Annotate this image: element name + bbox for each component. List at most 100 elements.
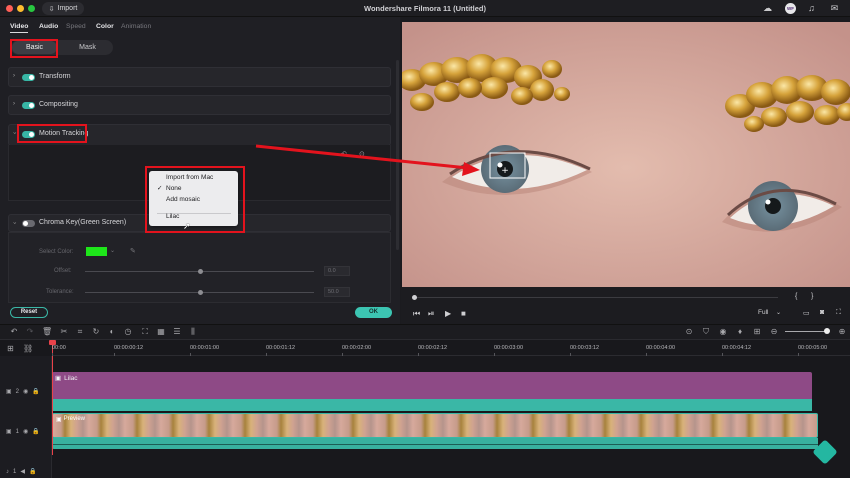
cloud-icon[interactable]: ☁ [762, 3, 773, 14]
tab-animation[interactable]: Animation [121, 23, 151, 30]
compositing-toggle[interactable] [22, 102, 35, 109]
zoom-slider[interactable] [785, 331, 827, 332]
import-button[interactable]: ⇩ Import [42, 2, 84, 15]
tab-video[interactable]: Video [10, 23, 28, 30]
title-bar [0, 0, 850, 17]
zoom-slider-handle[interactable] [824, 328, 830, 334]
target-icon[interactable]: ⊙ [359, 150, 365, 158]
panel-scrollbar[interactable] [396, 60, 399, 250]
subtab-mask[interactable]: Mask [65, 41, 110, 54]
add-track-icon[interactable]: ⊞ [7, 344, 14, 353]
mic-icon[interactable]: ♦ [735, 327, 745, 336]
marker-icon[interactable]: ◉ [718, 327, 728, 336]
menu-item-import-from-mac[interactable]: Import from Mac [149, 173, 238, 183]
audio-wave-icon[interactable]: ⫼ [188, 327, 198, 337]
offset-value-field[interactable]: 0.0 [324, 266, 350, 276]
reset-button[interactable]: Reset [10, 307, 48, 318]
menu-item-add-mosaic[interactable]: Add mosaic [149, 195, 238, 205]
undo-icon[interactable]: ↶ [9, 327, 19, 336]
motion-tracking-toggle[interactable] [22, 131, 35, 138]
mail-icon[interactable]: ✉ [829, 3, 840, 14]
avatar[interactable]: WF [785, 3, 796, 14]
ruler-label: 00:00:04:00 [646, 345, 676, 351]
section-transform[interactable]: › Transform [8, 67, 391, 87]
quality-select[interactable]: Full [758, 309, 768, 316]
eyes-image: + [402, 22, 850, 287]
timer-icon[interactable]: ◷ [123, 327, 133, 336]
minimize-window-button[interactable] [17, 5, 24, 12]
link-icon[interactable]: ⛓ [23, 344, 33, 353]
fullscreen-icon[interactable]: ⛶ [836, 309, 841, 317]
playhead[interactable] [52, 340, 53, 455]
ruler-tick [418, 353, 419, 356]
ok-button[interactable]: OK [355, 307, 392, 318]
preview-video-frame[interactable]: + [402, 22, 850, 287]
mark-out-icon[interactable]: } [811, 293, 813, 300]
section-compositing[interactable]: › Compositing [8, 95, 391, 115]
track-header-2: ▣ 2 ◉ 🔒 [6, 388, 40, 396]
menu-item-label: Import from Mac [166, 174, 214, 181]
redo-icon[interactable]: ↷ [25, 327, 35, 336]
tolerance-value-field[interactable]: 50.0 [324, 287, 350, 297]
mask-icon[interactable]: ▦ [156, 327, 166, 336]
scrubber-handle[interactable] [412, 295, 417, 300]
lock-icon[interactable]: 🔒 [32, 428, 39, 435]
chevron-right-icon: › [13, 73, 15, 79]
render-icon[interactable]: ⊙ [684, 327, 694, 336]
chroma-key-toggle[interactable] [22, 220, 35, 227]
ruler-label: 00:00:03:12 [570, 345, 600, 351]
zoom-out-icon[interactable]: ⊖ [769, 327, 779, 336]
stop-icon[interactable]: ■ [461, 309, 466, 318]
preview-scrubber[interactable] [414, 297, 778, 298]
cut-icon[interactable]: ✂ [59, 327, 69, 336]
color-icon[interactable]: ◐ [107, 327, 117, 336]
adjust-icon[interactable]: ☰ [172, 327, 182, 336]
speaker-icon[interactable]: ◀ [20, 468, 25, 475]
transform-toggle[interactable] [22, 74, 35, 81]
headset-icon[interactable]: ♫ [806, 3, 817, 14]
tab-speed[interactable]: Speed [66, 23, 86, 30]
video-icon: ▣ [56, 417, 62, 423]
split-icon[interactable]: ⊞ [752, 327, 762, 336]
close-window-button[interactable] [6, 5, 13, 12]
color-swatch[interactable] [86, 247, 107, 256]
play-icon[interactable]: ▶ [445, 309, 451, 318]
eye-icon[interactable]: ◉ [23, 388, 28, 395]
tolerance-slider-handle[interactable] [197, 290, 203, 295]
mark-in-icon[interactable]: { [795, 293, 797, 300]
monitor-icon[interactable]: ▭ [803, 309, 810, 317]
video-clip[interactable]: ▣ Preview [52, 413, 818, 438]
track-number: 1 [13, 468, 17, 475]
track-header-1: ▣ 1 ◉ 🔒 [6, 428, 40, 436]
shield-icon[interactable]: ⛉ [701, 327, 711, 337]
menu-item-none[interactable]: ✓ None [149, 184, 238, 194]
previous-frame-icon[interactable]: ⏮ [413, 309, 420, 319]
lock-icon[interactable]: 🔒 [29, 468, 36, 475]
ruler-tick [570, 353, 571, 356]
play-reverse-icon[interactable]: ⏯ [428, 309, 434, 319]
subtab-basic[interactable]: Basic [12, 41, 57, 54]
chevron-down-icon[interactable]: ⌄ [776, 309, 781, 316]
menu-item-lilac[interactable]: Lilac [149, 212, 238, 222]
undo-icon[interactable]: ↶ [341, 150, 347, 158]
offset-slider-handle[interactable] [197, 269, 203, 274]
zoom-in-icon[interactable]: ⊕ [837, 327, 847, 336]
maximize-window-button[interactable] [28, 5, 35, 12]
fit-icon[interactable]: ⛶ [140, 327, 150, 337]
delete-icon[interactable]: 🗑 [42, 327, 52, 336]
preview-controls [401, 287, 850, 324]
eye-icon[interactable]: ◉ [23, 428, 28, 435]
video-track-icon: ▣ [6, 429, 12, 435]
chevron-down-icon[interactable]: ⌄ [110, 247, 115, 254]
speed-icon[interactable]: ↻ [91, 327, 101, 336]
ruler-label: 00:00:02:00 [342, 345, 372, 351]
lock-icon[interactable]: 🔒 [32, 388, 39, 395]
section-motion-tracking[interactable]: › Motion Tracking [8, 124, 391, 146]
ruler-tick [798, 353, 799, 356]
camera-icon[interactable]: ◙ [820, 309, 824, 316]
crop-icon[interactable]: ⌗ [75, 327, 85, 337]
tab-color[interactable]: Color [96, 23, 114, 30]
eyedropper-icon[interactable]: ✎ [130, 247, 136, 255]
tab-audio[interactable]: Audio [39, 23, 58, 30]
chevron-right-icon: › [13, 101, 15, 107]
